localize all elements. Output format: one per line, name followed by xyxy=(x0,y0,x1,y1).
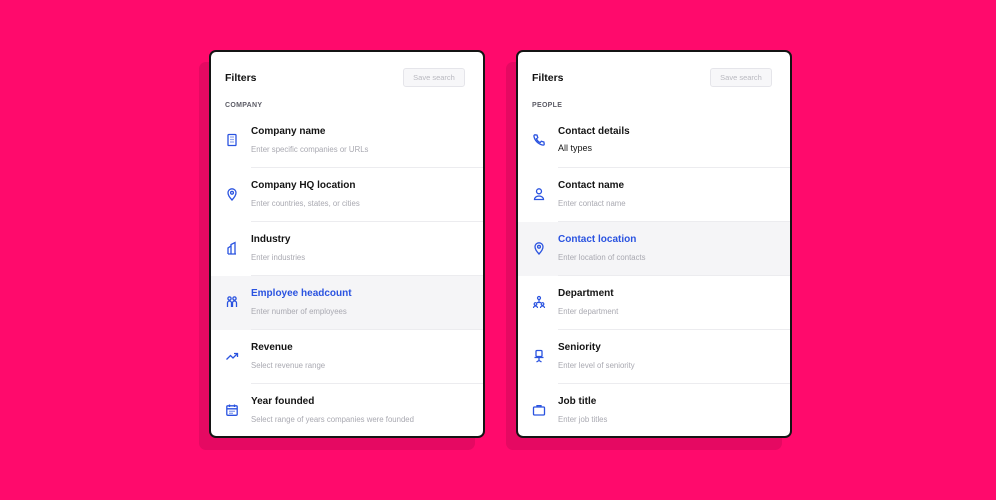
filter-placeholder: Select range of years companies were fou… xyxy=(251,415,414,424)
trending-up-icon xyxy=(225,349,239,363)
filter-year-founded[interactable]: Year founded Select range of years compa… xyxy=(211,384,483,436)
filter-placeholder: Enter number of employees xyxy=(251,307,347,316)
people-filters-panel: Filters Save search PEOPLE Contact detai… xyxy=(516,50,792,438)
section-label-company: COMPANY xyxy=(225,102,263,109)
filter-industry[interactable]: Industry Enter industries xyxy=(211,222,483,276)
filter-contact-name[interactable]: Contact name Enter contact name xyxy=(518,168,790,222)
filter-placeholder: Enter location of contacts xyxy=(558,253,646,262)
filter-company-hq-location[interactable]: Company HQ location Enter countries, sta… xyxy=(211,168,483,222)
panel-header: Filters Save search xyxy=(518,52,790,104)
filter-placeholder: Enter specific companies or URLs xyxy=(251,145,369,154)
filter-placeholder: Enter job titles xyxy=(558,415,608,424)
company-filter-list: Company name Enter specific companies or… xyxy=(211,114,483,436)
phone-icon xyxy=(532,133,546,147)
filter-placeholder: Enter department xyxy=(558,307,619,316)
filter-label: Contact name xyxy=(558,180,625,191)
filter-label: Contact location xyxy=(558,234,637,245)
filter-label: Revenue xyxy=(251,342,293,353)
location-pin-icon xyxy=(225,187,239,201)
people-filter-list: Contact details All types Contact name E… xyxy=(518,114,790,436)
filter-seniority[interactable]: Seniority Enter level of seniority xyxy=(518,330,790,384)
filter-contact-details[interactable]: Contact details All types xyxy=(518,114,790,168)
filter-label: Contact details xyxy=(558,126,630,137)
filter-placeholder: Enter countries, states, or cities xyxy=(251,199,360,208)
filter-employee-headcount[interactable]: Employee headcount Enter number of emplo… xyxy=(211,276,483,330)
filter-placeholder: Enter level of seniority xyxy=(558,361,635,370)
filter-company-name[interactable]: Company name Enter specific companies or… xyxy=(211,114,483,168)
save-search-button[interactable]: Save search xyxy=(403,68,465,87)
save-search-button[interactable]: Save search xyxy=(710,68,772,87)
building-icon xyxy=(225,133,239,147)
filter-label: Company name xyxy=(251,126,326,137)
panel-title: Filters xyxy=(225,72,257,84)
filter-contact-location[interactable]: Contact location Enter location of conta… xyxy=(518,222,790,276)
filter-placeholder: Select revenue range xyxy=(251,361,326,370)
calendar-icon xyxy=(225,403,239,417)
section-label-people: PEOPLE xyxy=(532,102,563,109)
panel-title: Filters xyxy=(532,72,564,84)
filter-placeholder: Enter contact name xyxy=(558,199,626,208)
filter-label: Department xyxy=(558,288,614,299)
briefcase-icon xyxy=(532,403,546,417)
location-pin-icon xyxy=(532,241,546,255)
filter-job-title[interactable]: Job title Enter job titles xyxy=(518,384,790,436)
filter-label: Job title xyxy=(558,396,597,407)
people-group-icon xyxy=(225,295,239,309)
org-chart-icon xyxy=(532,295,546,309)
filter-value: All types xyxy=(558,143,593,153)
industry-icon xyxy=(225,241,239,255)
filter-department[interactable]: Department Enter department xyxy=(518,276,790,330)
filter-label: Seniority xyxy=(558,342,601,353)
filter-label: Year founded xyxy=(251,396,315,407)
filter-placeholder: Enter industries xyxy=(251,253,306,262)
filter-label: Employee headcount xyxy=(251,288,352,299)
company-filters-panel: Filters Save search COMPANY Company name… xyxy=(209,50,485,438)
person-icon xyxy=(532,187,546,201)
chair-icon xyxy=(532,349,546,363)
panel-header: Filters Save search xyxy=(211,52,483,104)
filter-label: Company HQ location xyxy=(251,180,356,191)
filter-revenue[interactable]: Revenue Select revenue range xyxy=(211,330,483,384)
filter-label: Industry xyxy=(251,234,291,245)
